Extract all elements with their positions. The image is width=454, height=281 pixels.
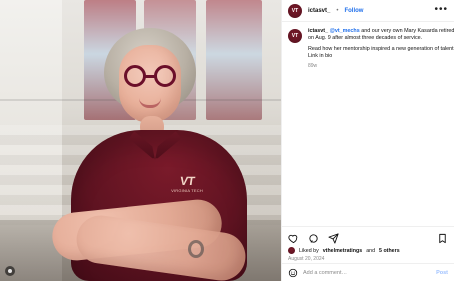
caption-avatar[interactable]: VT — [288, 29, 302, 43]
post-caption: VT ictasvt_ @vt_mechs and our very own M… — [282, 22, 454, 69]
smiley-icon[interactable] — [288, 268, 298, 278]
caption-part2: Read how her mentorship inspired a new g… — [308, 46, 454, 59]
post-comment-button[interactable]: Post — [436, 270, 448, 276]
post-header: VT ictasvt_ • Follow ••• — [282, 0, 454, 22]
caption-username[interactable]: ictasvt_ — [308, 28, 328, 34]
caption-age: 89w — [308, 63, 318, 69]
vt-logo-text: VT — [178, 174, 196, 188]
liker-avatar[interactable] — [288, 247, 295, 254]
likes-prefix: Liked by — [299, 247, 319, 254]
post-photo[interactable]: VT VIRGINIA TECH — [0, 0, 281, 281]
avatar[interactable]: VT — [288, 3, 302, 18]
heart-icon[interactable] — [288, 233, 299, 244]
media-indicator-icon[interactable] — [5, 266, 15, 276]
comment-input[interactable] — [303, 269, 418, 276]
smiley-icon-svg — [288, 268, 298, 277]
more-options-button[interactable]: ••• — [434, 5, 448, 16]
post-username[interactable]: ictasvt_ — [308, 8, 330, 14]
bookmark-icon[interactable] — [437, 233, 448, 244]
comment-bar: Post — [282, 263, 454, 281]
vt-logo: VT VIRGINIA TECH — [169, 174, 205, 193]
comment-icon-svg — [309, 233, 318, 243]
glasses-lens — [124, 65, 146, 87]
likes-others[interactable]: 5 others — [379, 248, 400, 254]
person-glasses — [122, 65, 178, 87]
vt-logo-subtext: VIRGINIA TECH — [171, 188, 203, 193]
likes-user[interactable]: vthelmetratings — [323, 248, 362, 254]
post-date: August 20, 2024 — [288, 256, 325, 262]
likes-and: and — [366, 247, 376, 254]
caption-text: ictasvt_ @vt_mechs and our very own Mary… — [308, 28, 454, 60]
post-actions: Liked by vthelmetratings and 5 others Au… — [282, 226, 454, 262]
likes-summary: Liked by vthelmetratings and 5 others — [288, 247, 448, 254]
action-row — [288, 232, 448, 244]
glasses-lens — [154, 65, 176, 87]
share-icon[interactable] — [328, 232, 339, 244]
separator-dot: • — [336, 7, 339, 14]
caption-mention[interactable]: @vt_mechs — [330, 28, 360, 34]
photo-person: VT VIRGINIA TECH — [18, 10, 258, 281]
person-bracelet — [188, 240, 204, 258]
post-viewer: VT VIRGINIA TECH VT ictasvt_ • Follow ••… — [0, 0, 454, 281]
bookmark-icon-svg — [439, 233, 446, 243]
share-icon-svg — [328, 232, 339, 244]
comment-icon[interactable] — [308, 233, 319, 244]
post-sidebar: VT ictasvt_ • Follow ••• VT ictasvt_ @vt… — [281, 0, 454, 281]
heart-icon-svg — [288, 234, 298, 243]
follow-button[interactable]: Follow — [344, 8, 363, 14]
